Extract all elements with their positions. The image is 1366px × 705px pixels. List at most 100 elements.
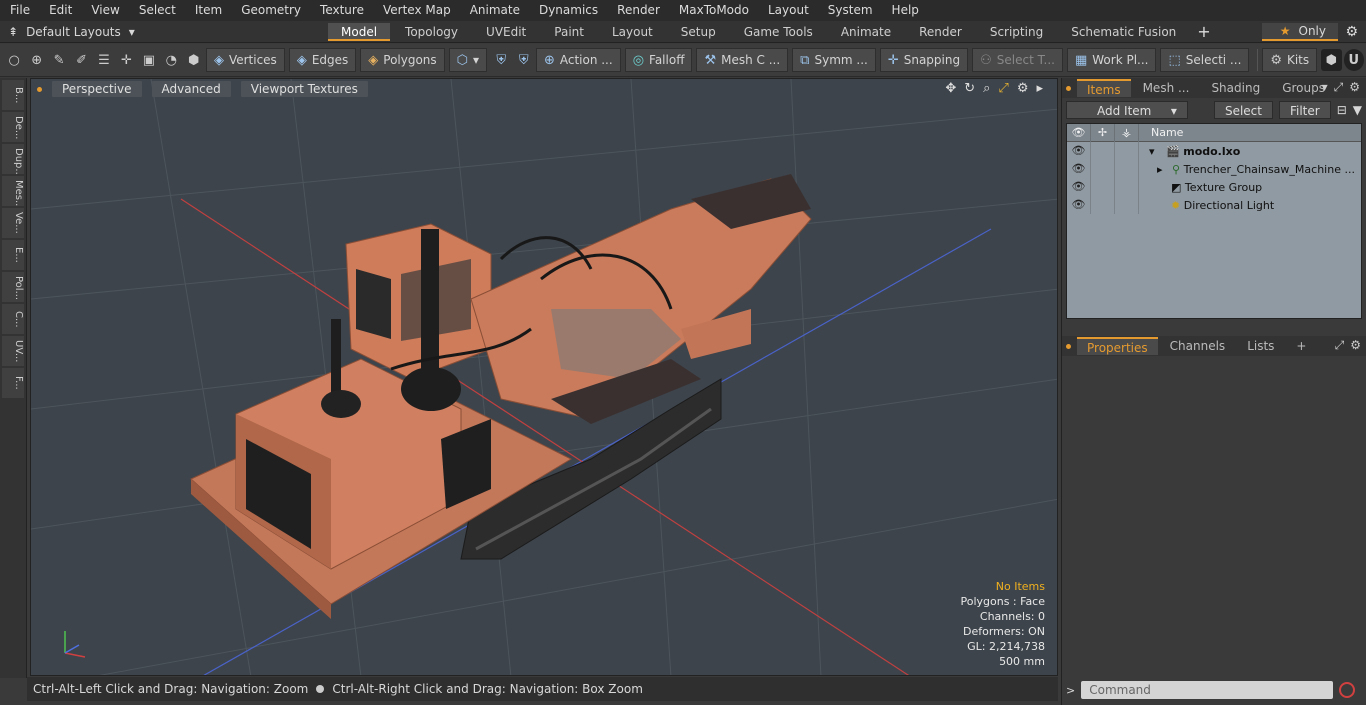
viewport-menu-dot[interactable]	[37, 86, 42, 92]
pen-icon[interactable]: ✎	[49, 49, 69, 71]
menu-maxtomodo[interactable]: MaxToModo	[669, 0, 758, 21]
tree-row-modo-lxo[interactable]: 👁 ▾ 🎬 modo.lxo	[1067, 142, 1361, 160]
command-input[interactable]: Command	[1081, 681, 1334, 699]
layout-selector[interactable]: ⇞ Default Layouts ▾	[0, 25, 300, 39]
tab-items[interactable]: Items	[1077, 79, 1131, 97]
vtab-basic[interactable]: B...	[2, 80, 24, 110]
tree-row-texture-group[interactable]: 👁 ◩ Texture Group	[1067, 178, 1361, 196]
vtab-edge[interactable]: E...	[2, 240, 24, 270]
viewport-gear-icon[interactable]: ⚙	[1017, 81, 1029, 96]
advanced-button[interactable]: Advanced	[151, 81, 231, 97]
tab-topology[interactable]: Topology	[392, 23, 471, 41]
vtab-uv[interactable]: UV...	[2, 336, 24, 366]
viewport-textures-button[interactable]: Viewport Textures	[240, 81, 368, 97]
polygons-button[interactable]: ◈ Polygons	[360, 48, 445, 72]
panel-menu-dot[interactable]	[1066, 85, 1071, 91]
record-icon[interactable]	[1339, 682, 1356, 698]
tab-paint[interactable]: Paint	[541, 23, 597, 41]
eye-icon[interactable]: 👁	[1067, 160, 1091, 178]
add-tab-icon[interactable]: +	[1197, 22, 1210, 41]
vtab-vertex[interactable]: Ve...	[2, 208, 24, 238]
menu-help[interactable]: Help	[882, 0, 928, 21]
select-button[interactable]: Select	[1213, 101, 1273, 119]
tab-shading[interactable]: Shading	[1201, 79, 1270, 97]
chevron-down-icon[interactable]: ▾	[1322, 80, 1328, 95]
vertices-button[interactable]: ◈ Vertices	[205, 48, 285, 72]
pan-icon[interactable]: ✥	[945, 81, 956, 96]
vtab-duplicate[interactable]: Dup...	[2, 144, 24, 174]
menu-file[interactable]: File	[0, 0, 39, 21]
eye-icon[interactable]: 👁	[1067, 178, 1091, 196]
shield-check-icon[interactable]: ⛨	[514, 49, 534, 71]
symmetry-button[interactable]: ⧉ Symm ...	[792, 48, 876, 72]
panel-menu-dot[interactable]	[1066, 343, 1071, 349]
menu-vertex-map[interactable]: Vertex Map	[373, 0, 460, 21]
gear-icon[interactable]: ⚙	[1345, 24, 1358, 40]
material-mode-button[interactable]: ⬡ ▾	[448, 48, 488, 72]
unity-icon[interactable]: ⬢	[1321, 49, 1342, 71]
menu-geometry[interactable]: Geometry	[231, 0, 310, 21]
tab-game-tools[interactable]: Game Tools	[731, 23, 826, 41]
kits-button[interactable]: ⚙ Kits	[1262, 48, 1318, 72]
rotate-icon[interactable]: ↻	[964, 81, 975, 96]
tab-schematic-fusion[interactable]: Schematic Fusion	[1058, 23, 1189, 41]
snapping-button[interactable]: ✛ Snapping	[879, 48, 969, 72]
tree-row-trencher[interactable]: 👁 ▸ ⚲ Trencher_Chainsaw_Machine ...	[1067, 160, 1361, 178]
zoom-icon[interactable]: ⌕	[983, 81, 990, 96]
item-mode-icon[interactable]: ⬢	[184, 49, 204, 71]
menu-edit[interactable]: Edit	[39, 0, 81, 21]
layout-expand-icon[interactable]: ⇞	[8, 25, 18, 39]
shield-icon[interactable]: ⛨	[491, 49, 511, 71]
eye-icon[interactable]: 👁	[1067, 142, 1091, 160]
tab-animate[interactable]: Animate	[828, 23, 904, 41]
tab-model[interactable]: Model	[328, 22, 391, 41]
tab-scripting[interactable]: Scripting	[977, 23, 1056, 41]
tab-lists[interactable]: Lists	[1237, 337, 1284, 355]
funnel-icon[interactable]: ▼	[1353, 103, 1362, 117]
maximize-icon[interactable]: ⤢	[998, 81, 1008, 96]
menu-dynamics[interactable]: Dynamics	[529, 0, 607, 21]
add-tab-icon[interactable]: +	[1286, 337, 1316, 355]
play-arrow-icon[interactable]: ▸	[1036, 81, 1043, 96]
vtab-mesh-edit[interactable]: Mes...	[2, 176, 24, 206]
menu-texture[interactable]: Texture	[310, 0, 373, 21]
box-icon[interactable]: ▣	[139, 49, 159, 71]
brush-icon[interactable]: ✐	[71, 49, 91, 71]
menu-view[interactable]: View	[81, 0, 128, 21]
menu-item[interactable]: Item	[185, 0, 231, 21]
unreal-icon[interactable]: U	[1343, 49, 1365, 71]
falloff-button[interactable]: ◎ Falloff	[624, 48, 693, 72]
globe-icon[interactable]: ⊕	[26, 49, 46, 71]
menu-layout[interactable]: Layout	[758, 0, 818, 21]
action-center-button[interactable]: ⊕ Action ...	[535, 48, 621, 72]
select-through-button[interactable]: ⚇ Select T...	[972, 48, 1063, 72]
only-toggle[interactable]: ★ Only	[1261, 23, 1338, 41]
tab-setup[interactable]: Setup	[668, 23, 729, 41]
work-plane-button[interactable]: ▦ Work Pl...	[1066, 48, 1157, 72]
expand-triangle-icon[interactable]: ▾	[1149, 145, 1155, 158]
menu-animate[interactable]: Animate	[460, 0, 529, 21]
expand-panel-icon[interactable]: ⤢	[1334, 80, 1344, 95]
eye-icon[interactable]: 👁	[1067, 196, 1091, 214]
menu-render[interactable]: Render	[607, 0, 669, 21]
timer-icon[interactable]: ◔	[161, 49, 181, 71]
expand-panel-icon[interactable]: ⤢	[1335, 338, 1345, 353]
edges-button[interactable]: ◈ Edges	[288, 48, 357, 72]
tab-render[interactable]: Render	[906, 23, 975, 41]
vtab-deform[interactable]: De...	[2, 112, 24, 142]
menu-select[interactable]: Select	[129, 0, 185, 21]
perspective-button[interactable]: Perspective	[52, 81, 142, 97]
tab-mesh[interactable]: Mesh ...	[1133, 79, 1200, 97]
tab-uvedit[interactable]: UVEdit	[473, 23, 539, 41]
tab-properties[interactable]: Properties	[1077, 337, 1158, 355]
panel-gear-icon[interactable]: ⚙	[1350, 338, 1361, 353]
mesh-constraint-button[interactable]: ⚒ Mesh C ...	[696, 48, 789, 72]
add-item-button[interactable]: Add Item ▾	[1066, 101, 1188, 119]
tab-channels[interactable]: Channels	[1160, 337, 1236, 355]
selection-sets-button[interactable]: ⬚ Selecti ...	[1160, 48, 1250, 72]
expand-triangle-icon[interactable]: ▸	[1157, 163, 1163, 176]
center-icon[interactable]: ✛	[116, 49, 136, 71]
menu-system[interactable]: System	[818, 0, 882, 21]
3d-viewport[interactable]: Perspective Advanced Viewport Textures ✥…	[30, 78, 1058, 676]
filter-button[interactable]: Filter	[1278, 101, 1331, 119]
